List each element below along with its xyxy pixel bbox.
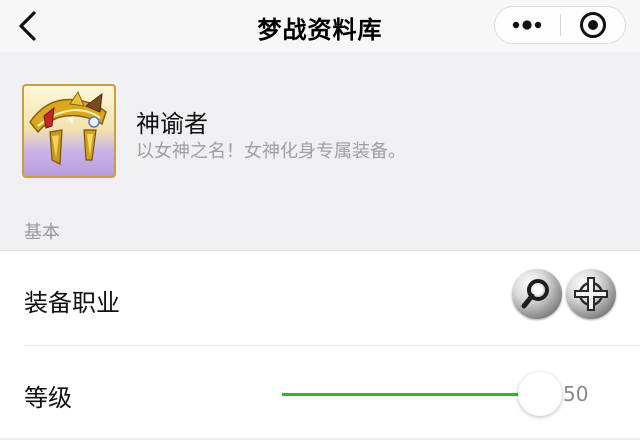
list-item-job: 装备职业 — [0, 251, 640, 346]
level-slider[interactable] — [282, 393, 540, 396]
section-label-basic: 基本 — [24, 222, 60, 243]
level-slider-fill — [282, 393, 540, 396]
mini-program-capsule — [494, 6, 626, 44]
magnifier-job-icon — [512, 269, 562, 319]
item-description: 以女神之名！女神化身专属装备。 — [136, 141, 406, 162]
navigation-bar: 梦战资料库 — [0, 0, 640, 52]
job-label: 装备职业 — [24, 289, 120, 317]
more-dots-icon — [513, 20, 542, 30]
level-slider-thumb[interactable] — [518, 372, 562, 416]
target-circle-icon — [579, 12, 606, 38]
item-name: 神谕者 — [136, 110, 208, 138]
item-header: 神谕者 以女神之名！女神化身专属装备。 — [0, 70, 640, 202]
holy-cross-job-icon — [566, 269, 616, 319]
list-item-level: 等级 50 — [0, 346, 640, 440]
more-menu-button[interactable] — [495, 7, 560, 43]
detail-list: 装备职业 等级 50 — [0, 250, 640, 438]
golden-circlet-icon — [22, 84, 116, 178]
level-label: 等级 — [24, 384, 72, 412]
level-value: 50 — [563, 382, 589, 406]
close-mini-program-button[interactable] — [561, 7, 626, 43]
